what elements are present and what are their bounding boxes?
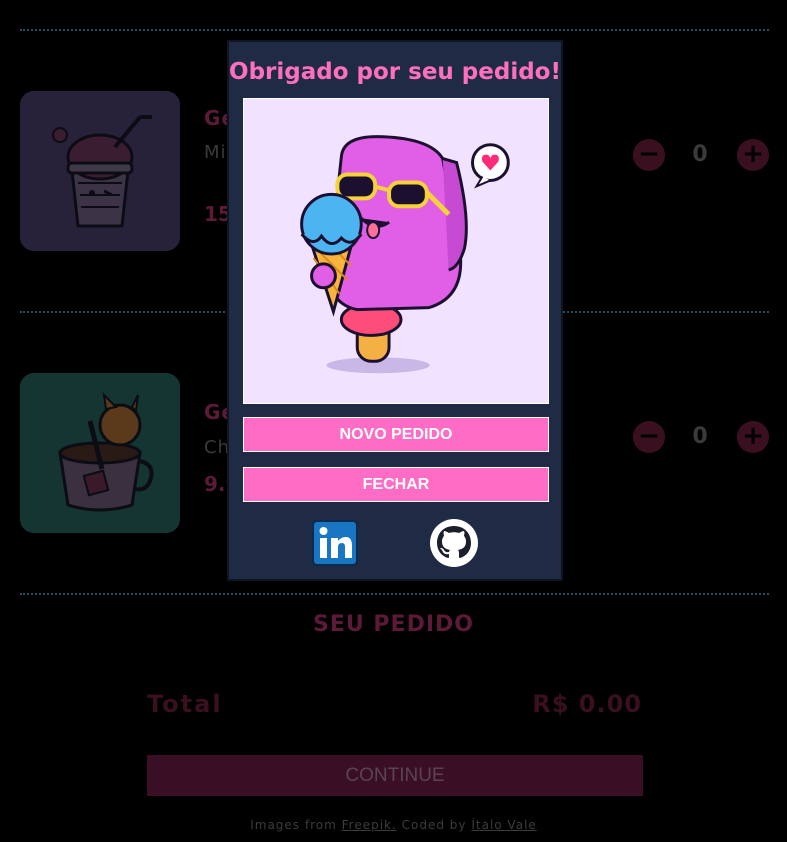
continue-button[interactable]: CONTINUE — [147, 755, 643, 796]
github-icon[interactable] — [430, 519, 478, 567]
freepik-link[interactable]: Freepik. — [342, 818, 397, 832]
new-order-button[interactable]: NOVO PEDIDO — [243, 417, 549, 452]
total-label: Total — [147, 690, 223, 718]
total-value: R$ 0.00 — [532, 690, 642, 718]
modal-title: Obrigado por seu pedido! — [229, 59, 561, 85]
quantity-value: 0 — [692, 424, 708, 449]
author-link[interactable]: Ítalo Vale — [471, 818, 536, 832]
linkedin-icon[interactable] — [311, 519, 359, 567]
footer-middle: Coded by — [401, 818, 467, 832]
divider — [20, 593, 769, 595]
footer: Images from Freepik. Coded by Ítalo Vale — [0, 818, 787, 832]
product-image — [20, 373, 180, 533]
divider — [20, 29, 769, 31]
increase-quantity-button[interactable]: + — [737, 421, 769, 453]
thank-you-modal: Obrigado por seu pedido! NOVO PEDIDO FEC… — [227, 40, 563, 581]
footer-prefix: Images from — [250, 818, 337, 832]
product-image — [20, 91, 180, 251]
quantity-value: 0 — [692, 142, 708, 167]
popsicle-illustration — [243, 98, 549, 404]
decrease-quantity-button[interactable]: − — [633, 139, 665, 171]
increase-quantity-button[interactable]: + — [737, 139, 769, 171]
decrease-quantity-button[interactable]: − — [633, 421, 665, 453]
order-title: SEU PEDIDO — [313, 612, 474, 637]
close-button[interactable]: FECHAR — [243, 467, 549, 502]
